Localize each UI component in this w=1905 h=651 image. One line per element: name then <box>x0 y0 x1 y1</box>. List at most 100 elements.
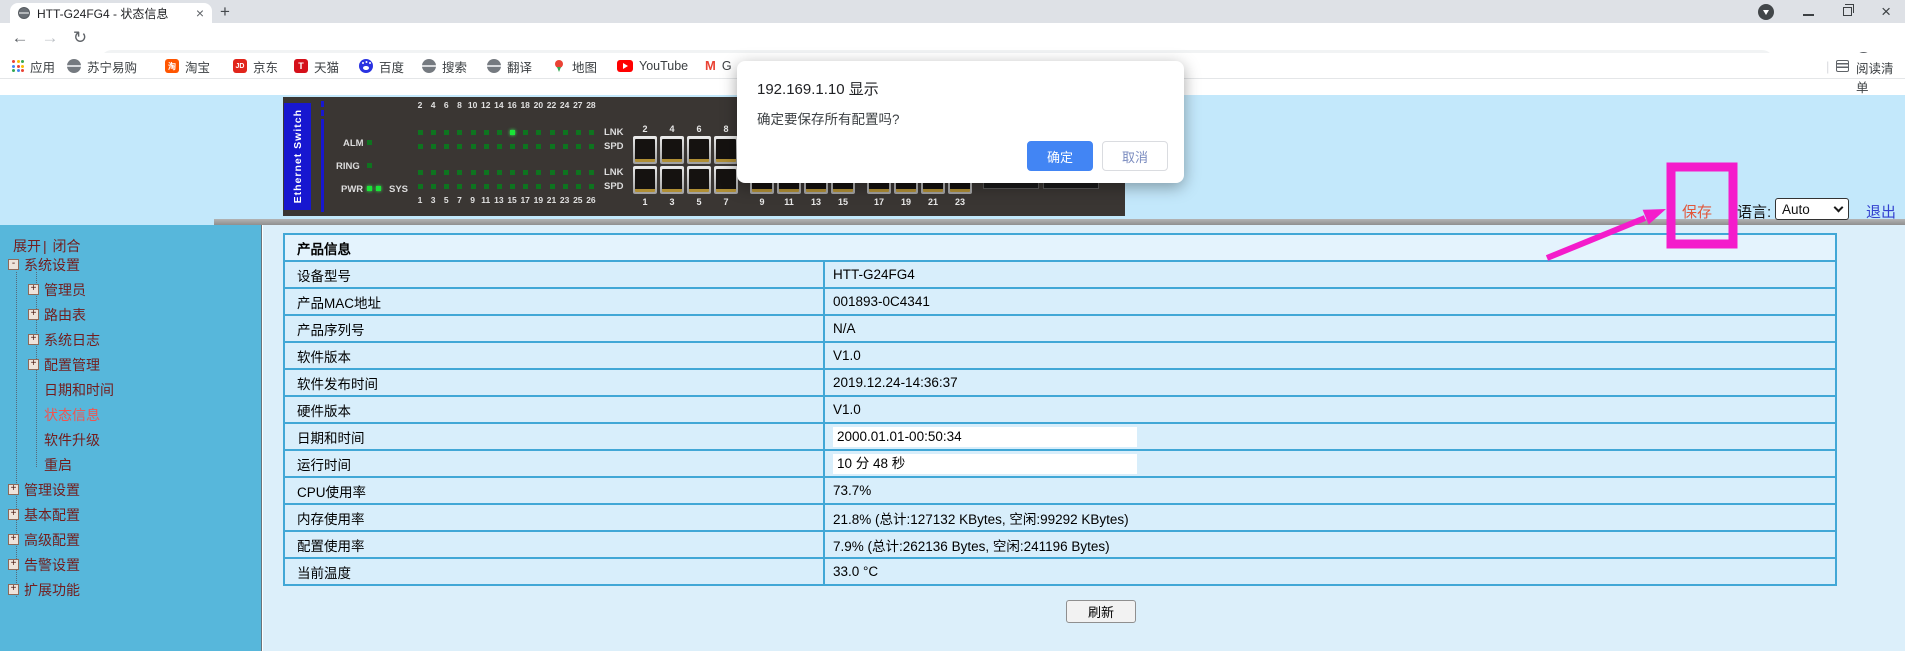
table-row: 日期和时间2000.01.01-00:50:34 <box>284 423 1836 450</box>
sidebar-item-admin[interactable]: +管理员 <box>0 277 261 302</box>
bookmark-search[interactable]: 搜索 <box>422 57 467 75</box>
table-row: 运行时间10 分 48 秒 <box>284 450 1836 477</box>
baidu-paw-icon <box>359 59 373 73</box>
sidebar-item-extended-functions[interactable]: +扩展功能 <box>0 577 261 602</box>
bookmark-tmall[interactable]: T 天猫 <box>294 57 339 75</box>
led <box>563 144 568 149</box>
sidebar-item-advanced-config[interactable]: +高级配置 <box>0 527 261 552</box>
new-tab-button[interactable]: + <box>220 1 230 23</box>
forward-button[interactable]: → <box>38 23 62 53</box>
map-pin-icon <box>552 59 566 73</box>
led <box>457 184 462 189</box>
bookmark-taobao[interactable]: 淘 淘宝 <box>165 57 210 75</box>
sidebar-item-routing-table[interactable]: +路由表 <box>0 302 261 327</box>
panel-divider <box>321 101 324 107</box>
language-select[interactable]: Auto <box>1775 198 1849 220</box>
expand-box-icon[interactable]: + <box>28 334 39 345</box>
sidebar-item-system-settings[interactable]: -系统设置 <box>0 252 261 277</box>
sidebar-item-basic-config[interactable]: +基本配置 <box>0 502 261 527</box>
port-number: 13 <box>804 197 828 207</box>
bookmark-label: 搜索 <box>442 57 467 76</box>
led <box>444 170 449 175</box>
expand-box-icon[interactable]: + <box>8 584 19 595</box>
logout-link[interactable]: 退出 <box>1866 201 1896 222</box>
port-number: 20 <box>531 101 545 110</box>
product-info-table: 产品信息 设备型号HTT-G24FG4 产品MAC地址001893-0C4341… <box>283 233 1837 586</box>
pwr-led <box>376 186 381 191</box>
browser-tab[interactable]: HTT-G24FG4 - 状态信息 × <box>10 3 212 23</box>
close-window-button[interactable]: × <box>1881 4 1891 20</box>
sidebar-item-reboot[interactable]: 重启 <box>0 452 261 477</box>
bookmark-label: 翻译 <box>507 57 532 76</box>
bookmark-suning[interactable]: 苏宁易购 <box>67 57 137 75</box>
bookmarks-divider: | <box>1826 59 1829 74</box>
reload-button[interactable]: ↻ <box>68 23 92 53</box>
apps-shortcut[interactable]: 应用 <box>12 57 55 75</box>
bookmark-youtube[interactable]: YouTube <box>617 57 688 75</box>
expand-box-icon[interactable]: + <box>28 359 39 370</box>
expand-box-icon[interactable]: + <box>8 484 19 495</box>
expand-box-icon[interactable]: + <box>8 559 19 570</box>
bookmark-label: YouTube <box>639 59 688 73</box>
dialog-cancel-button[interactable]: 取消 <box>1102 141 1168 171</box>
led <box>457 144 462 149</box>
led <box>418 144 423 149</box>
bookmark-jd[interactable]: JD 京东 <box>233 57 278 75</box>
expand-box-icon[interactable]: + <box>8 534 19 545</box>
led <box>484 184 489 189</box>
save-link[interactable]: 保存 <box>1682 201 1712 222</box>
port-number: 3 <box>426 196 440 205</box>
port-number: 17 <box>518 196 532 205</box>
sidebar-items: -系统设置 +管理员 +路由表 +系统日志 +配置管理 日期和时间 状态信息 软… <box>0 252 261 602</box>
sidebar-item-firmware-upgrade[interactable]: 软件升级 <box>0 427 261 452</box>
port-number: 22 <box>545 101 559 110</box>
port-number: 25 <box>571 196 585 205</box>
browser-window: HTT-G24FG4 - 状态信息 × + × ← → ↻ 不安全 | 192.… <box>0 0 1905 651</box>
led <box>510 130 515 135</box>
dialog-ok-button[interactable]: 确定 <box>1027 141 1093 171</box>
led <box>523 144 528 149</box>
browser-update-icon[interactable] <box>1758 4 1774 20</box>
bookmark-gmail[interactable]: M G <box>705 57 732 75</box>
bookmark-label: 天猫 <box>314 57 339 76</box>
bookmark-translate[interactable]: 翻译 <box>487 57 532 75</box>
reading-list-label[interactable]: 阅读清单 <box>1856 58 1905 96</box>
collapse-box-icon[interactable]: - <box>8 259 19 270</box>
sidebar-item-alarm-settings[interactable]: +告警设置 <box>0 552 261 577</box>
led <box>576 144 581 149</box>
port-number: 11 <box>777 197 801 207</box>
led <box>576 184 581 189</box>
ring-label: RING <box>336 162 360 172</box>
tab-close-icon[interactable]: × <box>196 6 204 20</box>
port-number: 1 <box>413 196 427 205</box>
expand-box-icon[interactable]: + <box>28 309 39 320</box>
ring-led <box>367 163 372 168</box>
back-button[interactable]: ← <box>8 23 32 53</box>
youtube-play-icon <box>617 60 633 72</box>
led <box>536 130 541 135</box>
panel-divider <box>321 110 324 116</box>
bookmark-maps[interactable]: 地图 <box>552 57 597 75</box>
led <box>431 130 436 135</box>
banner-separator <box>214 219 1905 225</box>
dialog-message: 确定要保存所有配置吗? <box>757 108 900 128</box>
sidebar-item-management-settings[interactable]: +管理设置 <box>0 477 261 502</box>
port-number: 8 <box>714 124 738 134</box>
sidebar-item-config-management[interactable]: +配置管理 <box>0 352 261 377</box>
tab-title: HTT-G24FG4 - 状态信息 <box>37 5 189 22</box>
refresh-button[interactable]: 刷新 <box>1066 600 1136 623</box>
expand-box-icon[interactable]: + <box>28 284 39 295</box>
reading-list-icon[interactable] <box>1836 60 1849 72</box>
sidebar-item-status-info[interactable]: 状态信息 <box>0 402 261 427</box>
sidebar-item-system-log[interactable]: +系统日志 <box>0 327 261 352</box>
led <box>471 184 476 189</box>
sidebar-item-date-time[interactable]: 日期和时间 <box>0 377 261 402</box>
bookmark-label: 京东 <box>253 57 278 76</box>
port-number: 23 <box>558 196 572 205</box>
led <box>576 170 581 175</box>
port-number: 9 <box>750 197 774 207</box>
minimize-button[interactable] <box>1803 14 1814 16</box>
expand-box-icon[interactable]: + <box>8 509 19 520</box>
bookmark-baidu[interactable]: 百度 <box>359 57 404 75</box>
restore-button[interactable] <box>1843 7 1852 16</box>
